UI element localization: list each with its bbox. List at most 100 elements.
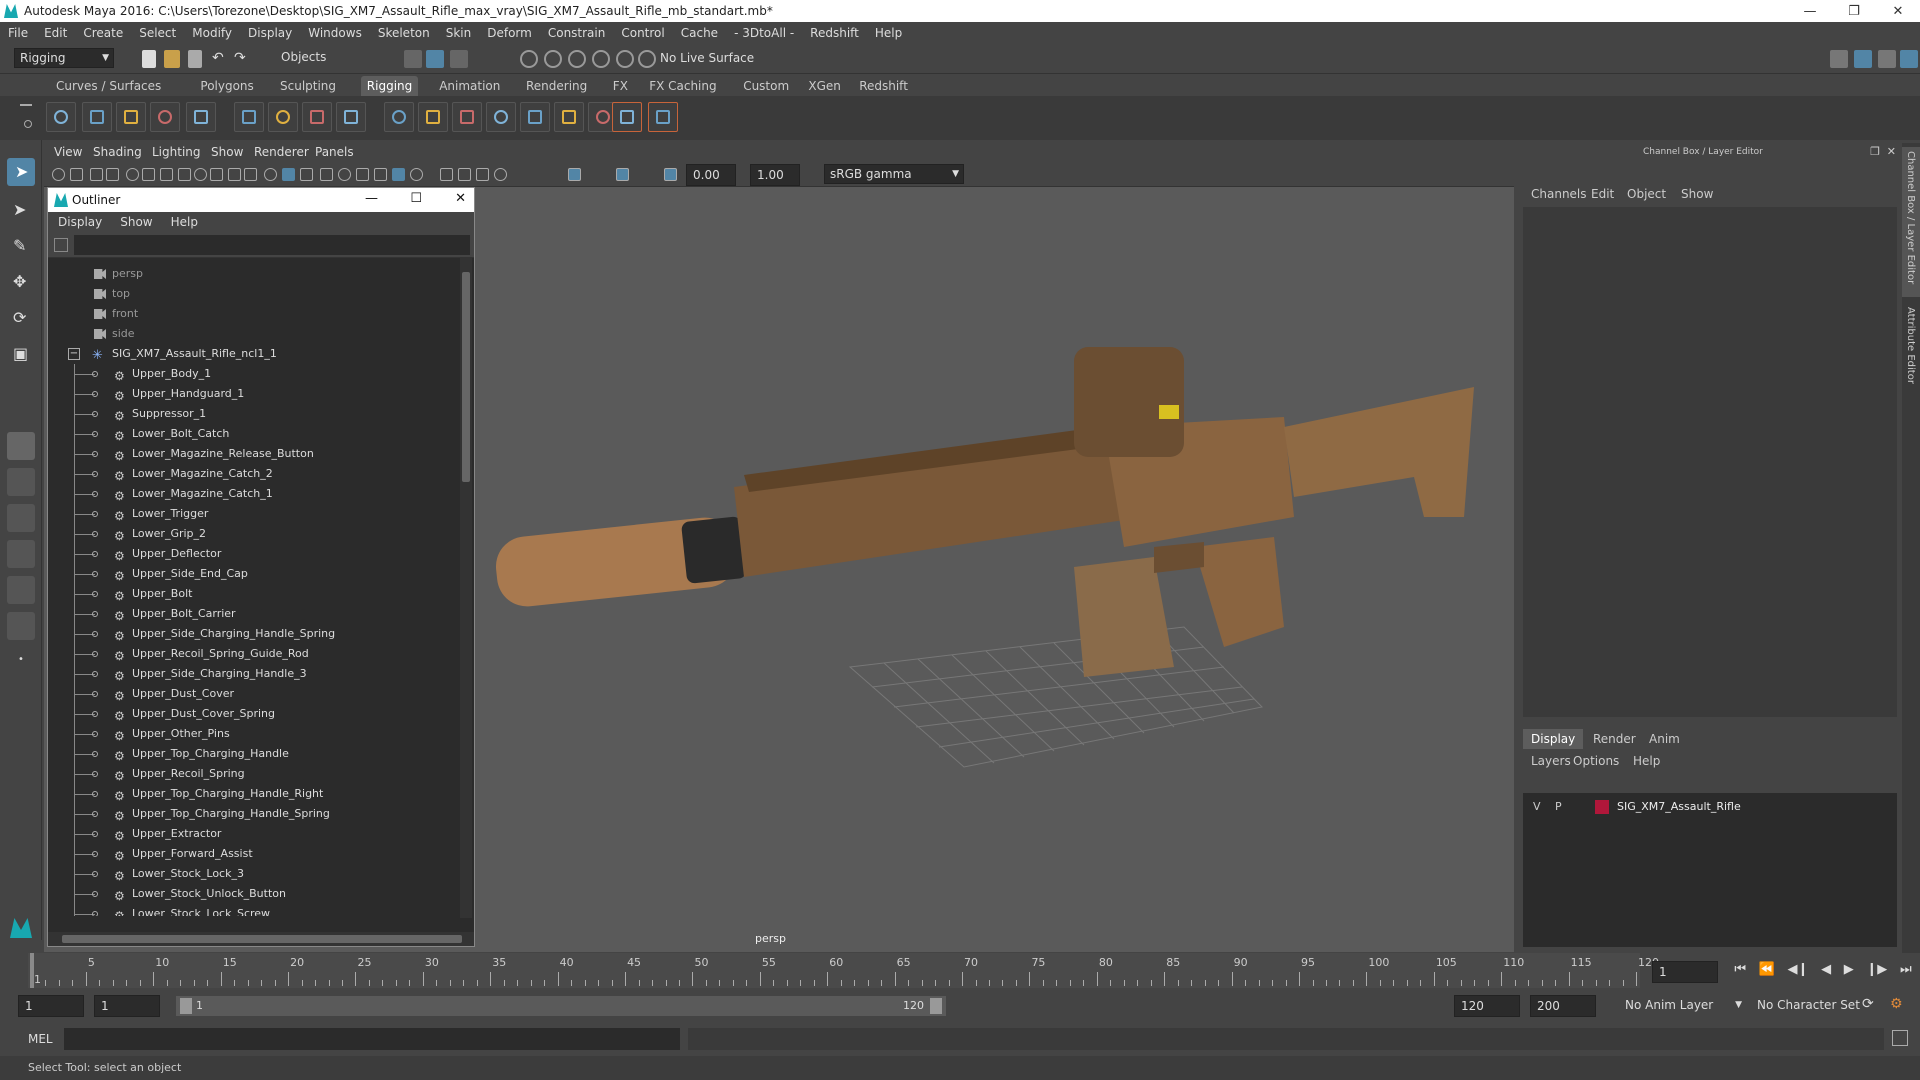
menu-redshift[interactable]: Redshift (802, 26, 867, 40)
outliner-menu-display[interactable]: Display (58, 215, 102, 229)
outliner-item-mesh[interactable]: ⚙ Upper_Bolt_Carrier (48, 604, 458, 624)
safe-action-icon[interactable] (244, 168, 257, 181)
snap-surface-icon[interactable] (616, 50, 634, 68)
gamma-field[interactable]: 1.00 (750, 164, 800, 186)
isolate-select-icon[interactable] (440, 168, 453, 181)
ik-spline-icon[interactable] (116, 102, 146, 132)
outliner-item-mesh[interactable]: ⚙ Upper_Extractor (48, 824, 458, 844)
outliner-item-mesh[interactable]: ⚙ Lower_Magazine_Catch_2 (48, 464, 458, 484)
layout-four-icon[interactable] (7, 468, 35, 496)
select-component-icon[interactable] (450, 50, 468, 68)
select-hierarchy-icon[interactable] (404, 50, 422, 68)
outliner-item-camera[interactable]: side (48, 324, 458, 344)
open-scene-icon[interactable] (164, 50, 180, 68)
tab-redshift[interactable]: Redshift (853, 76, 914, 96)
tab-channel-box[interactable]: Channel Box / Layer Editor (1902, 147, 1920, 297)
tab-custom[interactable]: Custom (737, 76, 795, 96)
snap-grid-icon[interactable] (520, 50, 538, 68)
shelf-menu-icon[interactable] (20, 104, 32, 106)
layer-color-swatch[interactable] (1595, 800, 1609, 814)
menu-select[interactable]: Select (131, 26, 184, 40)
layout-outliner-icon[interactable] (7, 540, 35, 568)
maya-home-icon[interactable] (7, 915, 35, 943)
outliner-item-mesh[interactable]: ⚙ Upper_Recoil_Spring (48, 764, 458, 784)
select-tool-icon[interactable]: ➤ (7, 158, 35, 186)
outliner-item-mesh[interactable]: ⚙ Upper_Side_End_Cap (48, 564, 458, 584)
outliner-menu-show[interactable]: Show (120, 215, 152, 229)
select-object-icon[interactable] (426, 50, 444, 68)
script-editor-icon[interactable] (1892, 1030, 1908, 1046)
step-key-forward-icon[interactable]: ❙▶ (1866, 962, 1887, 982)
outliner-item-mesh[interactable]: ⚙ Lower_Magazine_Catch_1 (48, 484, 458, 504)
go-start-icon[interactable]: ⏮ (1734, 962, 1746, 982)
current-time-indicator[interactable] (30, 953, 34, 988)
outliner-item-mesh[interactable]: ⚙ Upper_Recoil_Spring_Guide_Rod (48, 644, 458, 664)
smooth-shade-icon[interactable] (282, 168, 295, 181)
tab-fx[interactable]: FX (607, 76, 634, 96)
wireframe-icon[interactable] (264, 168, 277, 181)
xray-icon[interactable] (458, 168, 471, 181)
motion-blur-icon[interactable] (392, 168, 405, 181)
layer-menu-layers[interactable]: Layers (1531, 754, 1571, 768)
tab-attribute-editor[interactable]: Attribute Editor (1902, 303, 1920, 413)
paint-weights-icon[interactable] (336, 102, 366, 132)
float-icon[interactable]: ❐ (1870, 145, 1880, 158)
smooth-bind-icon[interactable] (268, 102, 298, 132)
step-key-back-icon[interactable]: ◀❙ (1788, 962, 1809, 982)
layer-tab-display[interactable]: Display (1523, 729, 1584, 749)
tab-sculpting[interactable]: Sculpting (274, 76, 342, 96)
snap-view-icon[interactable] (592, 50, 610, 68)
camera-select-icon[interactable] (52, 168, 65, 181)
joint-tool-icon[interactable] (46, 102, 76, 132)
tab-rendering[interactable]: Rendering (520, 76, 593, 96)
scroll-thumb[interactable] (462, 272, 470, 482)
hypershade-icon[interactable] (1854, 50, 1872, 68)
outliner-item-mesh[interactable]: ⚙ Upper_Side_Charging_Handle_Spring (48, 624, 458, 644)
paint-select-icon[interactable]: ✎ (7, 232, 35, 260)
auto-key-icon[interactable]: ⟳ (1862, 996, 1874, 1012)
close-icon[interactable]: ✕ (455, 191, 466, 206)
last-tool-icon[interactable] (7, 432, 35, 460)
textured-icon[interactable] (320, 168, 333, 181)
resolution-gate-icon[interactable] (194, 168, 207, 181)
menu-skin[interactable]: Skin (438, 26, 480, 40)
camera-lock-icon[interactable] (70, 168, 83, 181)
menu-set-dropdown[interactable]: Rigging ▼ (14, 48, 114, 68)
default-material-icon[interactable] (300, 168, 313, 181)
layout-more-icon[interactable]: • (7, 648, 35, 676)
shadows-icon[interactable] (356, 168, 369, 181)
color-space-dropdown[interactable]: sRGB gamma ▼ (824, 164, 964, 184)
menu-windows[interactable]: Windows (300, 26, 370, 40)
scroll-thumb[interactable] (62, 935, 462, 943)
outliner-item-mesh[interactable]: ⚙ Upper_Top_Charging_Handle_Spring (48, 804, 458, 824)
viewport-menu-view[interactable]: View (54, 145, 82, 159)
workspace-icon[interactable] (1900, 50, 1918, 68)
outliner-vertical-scrollbar[interactable] (460, 258, 472, 918)
snap-live-icon[interactable] (638, 50, 656, 68)
layout-two-icon[interactable] (7, 504, 35, 532)
xray-joints-icon[interactable] (476, 168, 489, 181)
go-end-icon[interactable]: ⏭ (1900, 962, 1912, 982)
range-end-handle[interactable] (930, 998, 942, 1014)
blend-shape-icon[interactable] (486, 102, 516, 132)
channel-menu-edit[interactable]: Edit (1591, 187, 1614, 201)
image-plane-icon[interactable] (106, 168, 119, 181)
outliner-item-camera[interactable]: top (48, 284, 458, 304)
exposure-icon[interactable] (568, 168, 581, 181)
outliner-item-camera[interactable]: persp (48, 264, 458, 284)
selection-mode-dropdown[interactable]: Objects (276, 48, 376, 68)
outliner-item-mesh[interactable]: ⚙ Lower_Stock_Unlock_Button (48, 884, 458, 904)
collapse-icon[interactable]: − (68, 348, 80, 360)
outliner-item-mesh[interactable]: ⚙ Upper_Body_1 (48, 364, 458, 384)
outliner-item-mesh[interactable]: ⚙ Upper_Dust_Cover (48, 684, 458, 704)
menu-constrain[interactable]: Constrain (540, 26, 614, 40)
playback-start-field[interactable]: 1 (94, 995, 160, 1017)
film-gate-icon[interactable] (178, 168, 191, 181)
range-start-handle[interactable] (180, 998, 192, 1014)
menu-control[interactable]: Control (613, 26, 672, 40)
viewport-menu-renderer[interactable]: Renderer (254, 145, 309, 159)
step-back-icon[interactable]: ⏪ (1759, 962, 1775, 982)
outliner-item-camera[interactable]: front (48, 304, 458, 324)
2d-pan-icon[interactable] (126, 168, 139, 181)
color-management-icon[interactable] (664, 168, 677, 181)
